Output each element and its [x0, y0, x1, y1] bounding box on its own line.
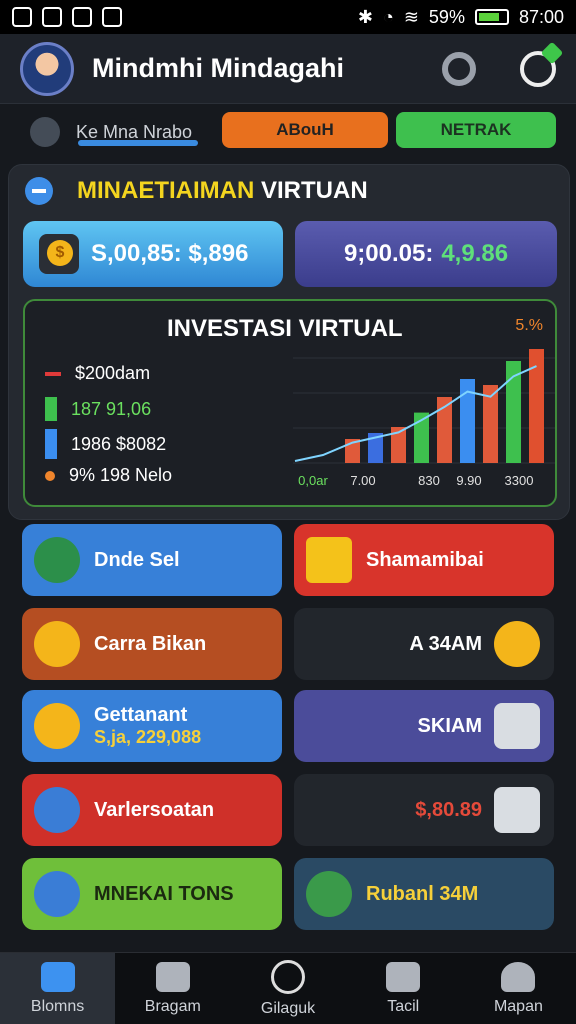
- tile-label: A 34AM: [409, 632, 482, 655]
- nav-mapan[interactable]: Mapan: [461, 953, 576, 1024]
- battery-text: 59%: [428, 6, 465, 27]
- bar-chart: 0,0ar 7.00 830 9.90 3300: [293, 349, 555, 488]
- notification-icon: [72, 7, 92, 27]
- balance-right-green: 4,9.86: [441, 240, 509, 267]
- tile-rubanl[interactable]: Rubanl 34M: [294, 858, 554, 930]
- nav-bragam[interactable]: Bragam: [115, 953, 230, 1024]
- balance-button-right[interactable]: 9;00.05: 4,9.86: [295, 221, 557, 287]
- tile-label: Varlersoatan: [94, 798, 215, 821]
- legend-marker: [45, 397, 57, 421]
- x-tick-label: 3300: [505, 473, 534, 488]
- tile-skiam[interactable]: SKIAM: [294, 690, 554, 762]
- tile-sublabel: S,ja, 229,088: [94, 727, 202, 747]
- alarm-icon: ◔: [382, 6, 394, 27]
- wifi-icon: ≋: [403, 6, 419, 27]
- bottom-nav: Blomns Bragam Gilaguk Tacil Mapan: [0, 952, 576, 1024]
- card-title-yellow: MINAETIAIMAN: [77, 177, 255, 204]
- x-tick-label: 7.00: [350, 473, 375, 488]
- investment-chart: INVESTASI VIRTUAL 5.% $200dam 187 91,06 …: [23, 299, 557, 507]
- avatar[interactable]: [20, 41, 74, 96]
- grid-icon: [494, 703, 540, 749]
- tile-label: Gettanant: [94, 704, 188, 726]
- x-tick-label: 9.90: [456, 473, 481, 488]
- card-title-white: VIRTUAN: [261, 177, 368, 204]
- tab-network[interactable]: NETRAK: [396, 112, 556, 148]
- tile-label: Dnde Sel: [94, 548, 180, 571]
- legend-text: $200dam: [75, 363, 151, 383]
- tag-icon: [155, 961, 190, 992]
- balance-button-left[interactable]: $ S,00,85: $,896: [23, 221, 283, 287]
- home-icon: [40, 961, 75, 992]
- tile-gettanant[interactable]: Gettanant S,ja, 229,088: [22, 690, 282, 762]
- nav-label: Gilaguk: [260, 999, 316, 1017]
- tile-label: $,80.89: [415, 798, 482, 821]
- tile-amount[interactable]: $,80.89: [294, 774, 554, 846]
- rocket-icon: [306, 537, 352, 583]
- coin-icon: [34, 621, 80, 667]
- legend-text: 1986 $8082: [71, 433, 167, 454]
- wallet-icon: $: [39, 234, 79, 274]
- legend-marker: [45, 429, 57, 459]
- tile-label: Rubanl 34M: [366, 882, 479, 905]
- tile-carra-bikan[interactable]: Carra Bikan: [22, 608, 282, 680]
- nav-label: Blomns: [30, 997, 85, 1015]
- profile-icon: [501, 961, 536, 992]
- trend-icon: [306, 871, 352, 917]
- tile-a34am[interactable]: A 34AM: [294, 608, 554, 680]
- app-header: Mindmhi Mindagahi: [0, 34, 576, 104]
- tile-label: Shamamibai: [366, 548, 484, 571]
- tile-mnekai[interactable]: MNEKAI TONS: [22, 858, 282, 930]
- nav-home[interactable]: Blomns: [0, 953, 116, 1024]
- tile-label: SKIAM: [417, 714, 482, 737]
- legend-item: 9% 198 Nelo: [45, 465, 172, 486]
- legend-text: 187 91,06: [71, 398, 152, 419]
- coin-icon: [34, 703, 80, 749]
- battery-icon: [474, 9, 509, 25]
- document-icon: [386, 961, 421, 992]
- progress-bar: [78, 140, 198, 146]
- coin-icon: [494, 621, 540, 667]
- investment-card: MINAETIAIMAN VIRTUAN $ S,00,85: $,896 9;…: [8, 164, 570, 520]
- search-icon[interactable]: [442, 51, 476, 86]
- tile-label: Carra Bikan: [94, 632, 207, 655]
- nav-tacil[interactable]: Tacil: [346, 953, 461, 1024]
- legend-text: 9% 198 Nelo: [69, 465, 173, 485]
- legend-item: $200dam: [45, 363, 150, 384]
- card-title: MINAETIAIMAN VIRTUAN: [77, 177, 368, 205]
- legend-marker: [45, 470, 55, 481]
- balance-left-value: S,00,85: $,896: [91, 240, 249, 267]
- person-icon: [34, 871, 80, 917]
- nav-label: Mapan: [493, 997, 543, 1015]
- collapse-icon[interactable]: [25, 177, 53, 205]
- refresh-icon[interactable]: [520, 41, 564, 87]
- bank-icon: [34, 787, 80, 833]
- user-icon: [30, 117, 60, 147]
- balance-right-value: 9;00.05:: [343, 240, 434, 267]
- nav-label: Tacil: [387, 997, 420, 1015]
- status-bar: ✱ ◔ ≋ 59% 87:00: [0, 0, 576, 34]
- tile-varlersoatan[interactable]: Varlersoatan: [22, 774, 282, 846]
- check-icon: [45, 371, 61, 376]
- tile-label: MNEKAI TONS: [94, 882, 234, 905]
- nav-gilaguk[interactable]: Gilaguk: [230, 953, 345, 1024]
- bluetooth-icon: ✱: [357, 6, 373, 27]
- nav-label: Bragam: [144, 997, 201, 1015]
- clock: 87:00: [518, 6, 564, 27]
- tab-about[interactable]: ABouH: [222, 112, 388, 148]
- tile-dnde-sel[interactable]: Dnde Sel: [22, 524, 282, 596]
- tile-shamamibai[interactable]: Shamamibai: [294, 524, 554, 596]
- keypad-icon: [494, 787, 540, 833]
- notification-icon: [42, 7, 62, 27]
- legend-item: 1986 $8082: [45, 429, 166, 459]
- notification-icon: [102, 7, 122, 27]
- circle-icon: [271, 959, 305, 994]
- chart-percent: 5.%: [515, 317, 543, 334]
- x-tick-label: 0,0ar: [298, 473, 328, 488]
- x-tick-label: 830: [418, 473, 440, 488]
- legend-item: 187 91,06: [45, 397, 151, 421]
- chart-title: INVESTASI VIRTUAL: [167, 315, 403, 342]
- page-title: Mindmhi Mindagahi: [92, 53, 344, 83]
- notification-icon: [12, 7, 32, 27]
- calendar-icon: [34, 537, 80, 583]
